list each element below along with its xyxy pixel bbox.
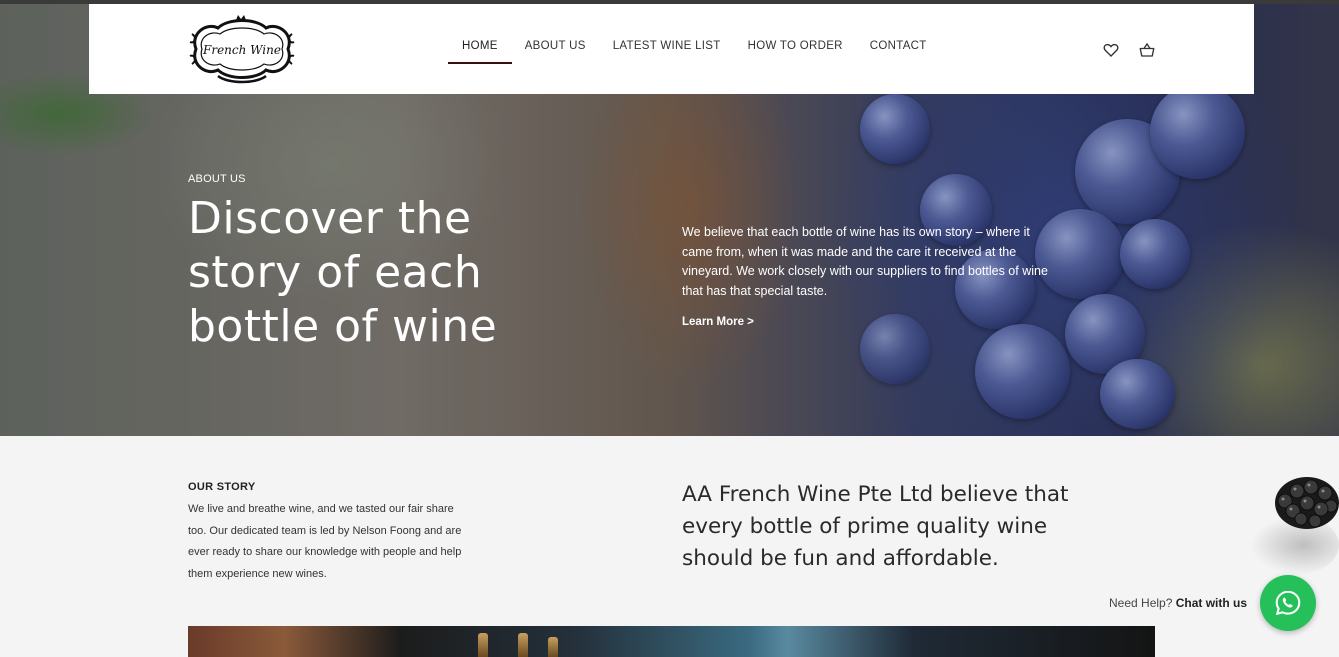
main-nav: HOME ABOUT US LATEST WINE LIST HOW TO OR… [448, 40, 954, 64]
hero-description: We believe that each bottle of wine has … [682, 225, 1048, 298]
chat-label[interactable]: Need Help? Chat with us [1109, 596, 1247, 610]
blackberry-image [1271, 473, 1339, 531]
site-header: French Wine HOME ABOUT US LATEST WINE LI… [89, 4, 1254, 94]
bottle-decoration [518, 633, 528, 657]
heart-icon[interactable] [1102, 41, 1120, 59]
hero-title: Discover the story of each bottle of win… [188, 193, 498, 352]
learn-more-link[interactable]: Learn More > [682, 316, 754, 328]
whatsapp-chat-button[interactable] [1260, 575, 1316, 631]
logo-frame-icon: French Wine [189, 15, 295, 84]
nav-item-latest-wine-list[interactable]: LATEST WINE LIST [613, 40, 721, 64]
nav-item-about-us[interactable]: ABOUT US [525, 40, 586, 64]
bottle-decoration [548, 637, 558, 657]
nav-item-contact[interactable]: CONTACT [870, 40, 927, 64]
nav-item-how-to-order[interactable]: HOW TO ORDER [748, 40, 843, 64]
hero-overline: ABOUT US [188, 173, 246, 185]
chat-label-action: Chat with us [1175, 596, 1248, 610]
basket-icon[interactable] [1138, 41, 1156, 59]
bottle-decoration [478, 633, 488, 657]
company-statement: AA French Wine Pte Ltd believe that ever… [682, 482, 1069, 571]
nav-item-home[interactable]: HOME [448, 40, 512, 64]
chat-label-prefix: Need Help? [1109, 596, 1173, 610]
logo-text: French Wine [202, 43, 281, 57]
our-story-text: We live and breathe wine, and we tasted … [188, 503, 462, 580]
whatsapp-icon [1275, 590, 1301, 616]
our-story-heading: OUR STORY [188, 481, 256, 493]
wine-bottles-image [188, 626, 1155, 657]
french-wine-logo[interactable]: French Wine [188, 14, 296, 84]
